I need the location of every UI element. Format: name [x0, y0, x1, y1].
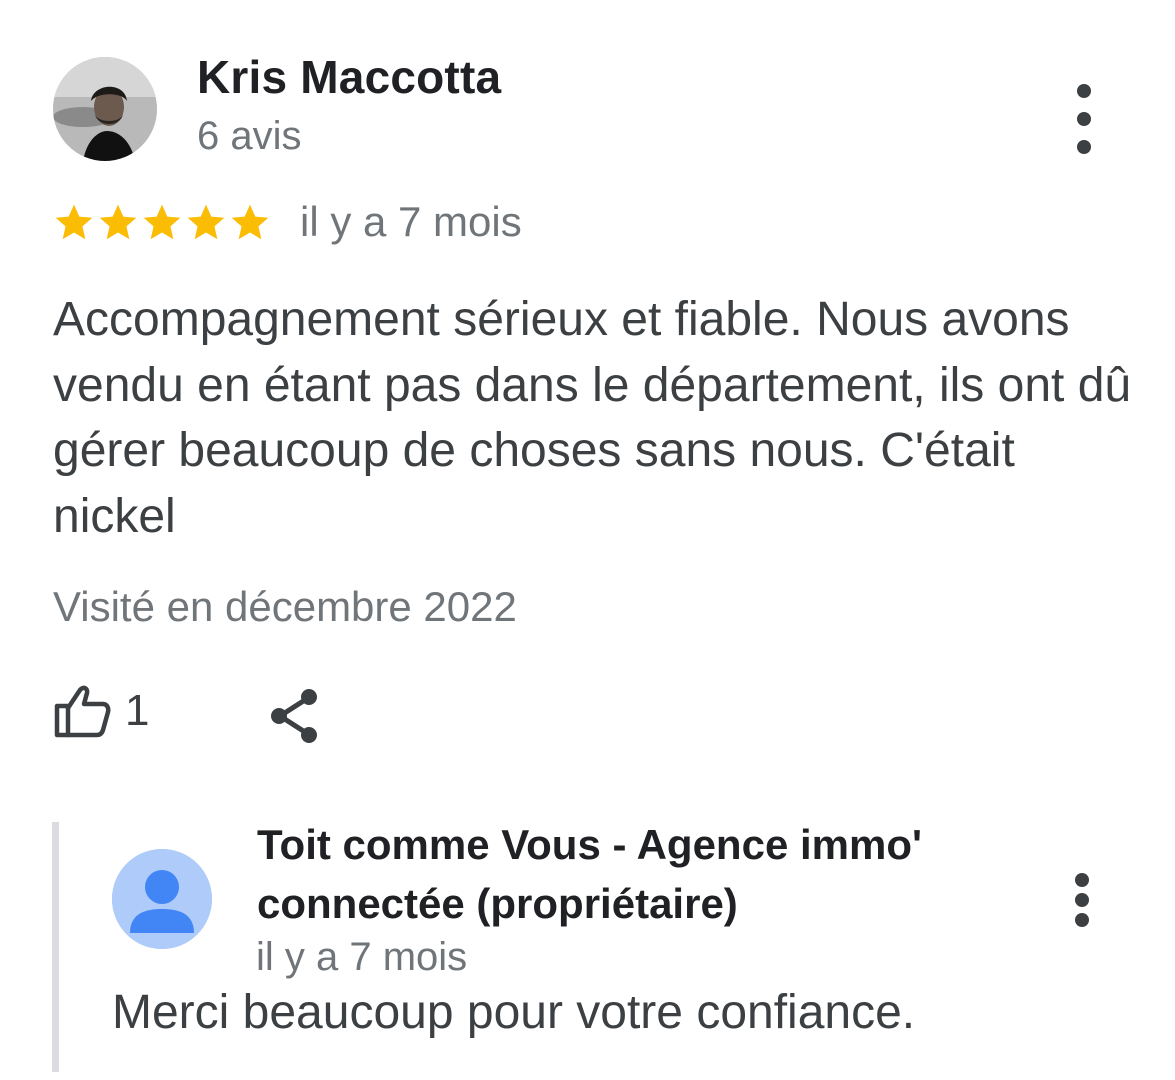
review-more-options-button[interactable]	[1069, 84, 1099, 154]
more-vert-icon	[1077, 84, 1091, 98]
star-icon	[99, 204, 137, 240]
more-vert-icon	[1075, 873, 1089, 887]
star-icon	[187, 204, 225, 240]
star-icon	[55, 204, 93, 240]
like-button[interactable]: 1	[53, 682, 149, 740]
owner-reply-text: Merci beaucoup pour votre confiance.	[112, 986, 916, 1039]
share-button[interactable]	[268, 688, 322, 744]
star-icon	[231, 204, 269, 240]
star-icon	[143, 204, 181, 240]
review-text: Accompagnement sérieux et fiable. Nous a…	[53, 293, 1132, 543]
reviewer-avatar[interactable]	[53, 57, 157, 161]
person-icon	[112, 849, 212, 949]
share-icon	[271, 689, 317, 743]
reply-divider	[52, 822, 59, 1072]
owner-name: Toit comme Vous - Agence immo' connectée…	[257, 821, 922, 927]
star-rating	[52, 200, 272, 244]
thumb-up-icon	[54, 685, 111, 738]
reviewer-photo	[53, 57, 157, 161]
reviewer-review-count: 6 avis	[197, 114, 302, 158]
visited-date: Visité en décembre 2022	[53, 583, 517, 630]
like-count: 1	[125, 686, 150, 735]
owner-avatar[interactable]	[112, 849, 212, 949]
owner-reply-date: il y a 7 mois	[256, 935, 468, 979]
review-date: il y a 7 mois	[300, 198, 522, 245]
reviewer-name[interactable]: Kris Maccotta	[197, 50, 501, 104]
reply-more-options-button[interactable]	[1067, 873, 1097, 927]
